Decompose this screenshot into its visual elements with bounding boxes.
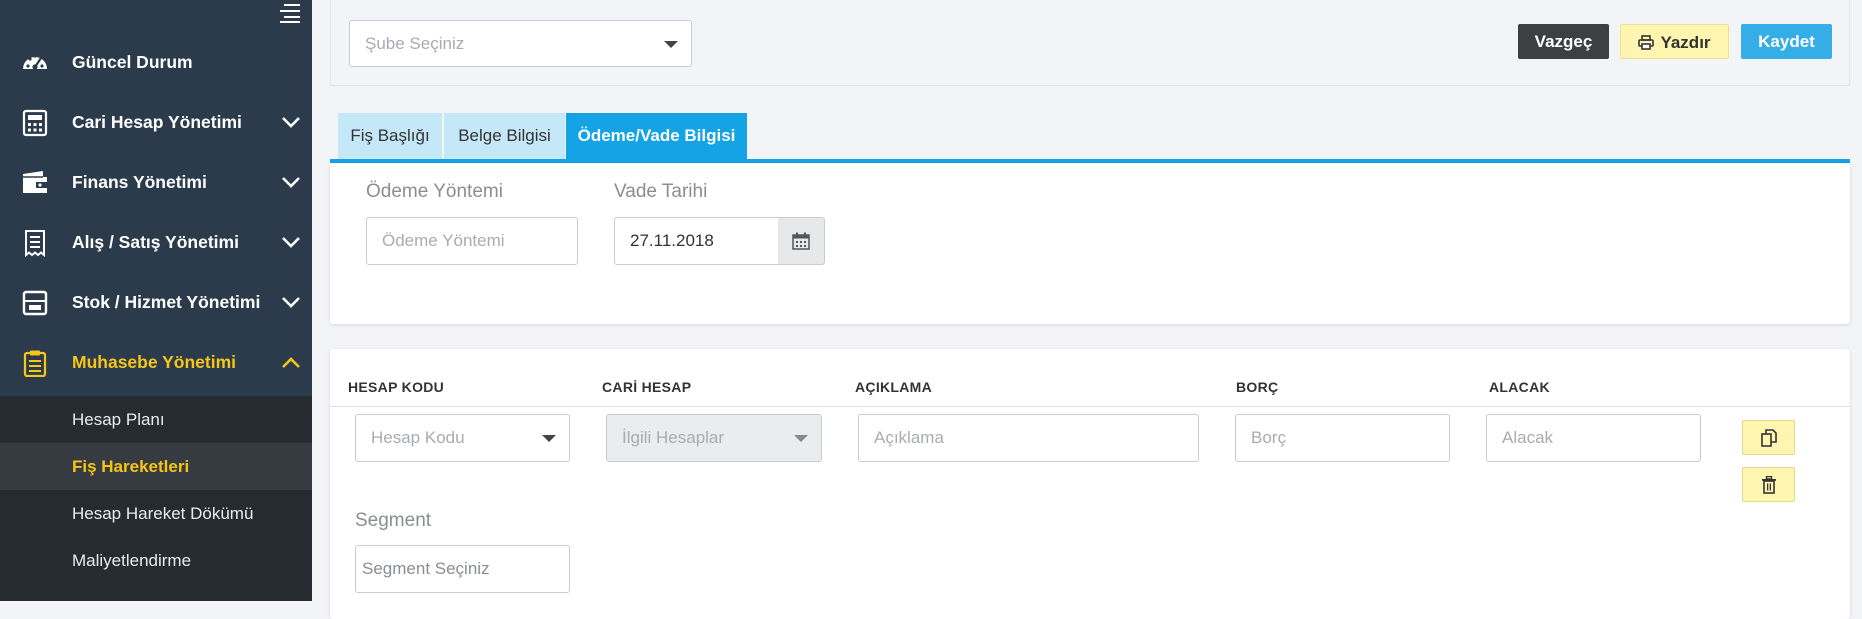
wallet-icon xyxy=(21,169,49,197)
cancel-button[interactable]: Vazgeç xyxy=(1518,24,1609,59)
sidebar-item-label: Stok / Hizmet Yönetimi xyxy=(72,292,261,312)
sidebar-item-label: Güncel Durum xyxy=(72,52,193,72)
sidebar-item-stok-hizmet[interactable]: Stok / Hizmet Yönetimi xyxy=(0,272,312,332)
print-button-label: Yazdır xyxy=(1660,33,1711,52)
column-header-cari-hesap: CARİ HESAP xyxy=(602,379,692,395)
receipt-icon xyxy=(21,229,49,258)
sidebar: Güncel Durum Cari Hesap Yönetimi Finans … xyxy=(0,0,312,601)
copy-row-button[interactable] xyxy=(1742,420,1795,455)
submenu-item-kur-farki[interactable]: Kur Farkı... xyxy=(0,584,312,601)
chevron-down-icon xyxy=(281,296,301,309)
related-accounts-placeholder: İlgili Hesaplar xyxy=(622,428,725,447)
column-header-hesap-kodu: HESAP KODU xyxy=(348,379,445,395)
tab-odeme-vade-bilgisi[interactable]: Ödeme/Vade Bilgisi xyxy=(566,113,747,159)
segment-label: Segment xyxy=(355,510,432,531)
save-button[interactable]: Kaydet xyxy=(1741,24,1832,59)
related-accounts-select: İlgili Hesaplar xyxy=(606,414,822,462)
sidebar-item-finans[interactable]: Finans Yönetimi xyxy=(0,152,312,212)
segment-select[interactable]: Segment Seçiniz xyxy=(355,545,570,593)
sidebar-item-muhasebe[interactable]: Muhasebe Yönetimi xyxy=(0,332,312,392)
sidebar-item-label: Muhasebe Yönetimi xyxy=(72,352,237,372)
submenu-item-hesap-plani[interactable]: Hesap Planı xyxy=(0,396,312,443)
chevron-down-icon xyxy=(281,116,301,129)
print-button[interactable]: Yazdır xyxy=(1620,24,1729,59)
sidebar-item-guncel-durum[interactable]: Güncel Durum xyxy=(0,32,312,92)
account-code-select[interactable]: Hesap Kodu xyxy=(355,414,570,462)
printer-icon xyxy=(1638,27,1655,62)
calculator-icon xyxy=(21,109,49,137)
column-header-aciklama: AÇIKLAMA xyxy=(855,379,933,395)
submenu-item-maliyetlendirme[interactable]: Maliyetlendirme xyxy=(0,537,312,584)
caret-down-icon xyxy=(542,435,556,442)
archive-box-icon xyxy=(21,289,49,317)
caret-down-icon xyxy=(794,435,808,442)
account-code-placeholder: Hesap Kodu xyxy=(371,428,465,447)
credit-input[interactable]: Alacak xyxy=(1486,414,1701,462)
due-date-label: Vade Tarihi xyxy=(614,181,708,202)
column-header-borc: BORÇ xyxy=(1236,379,1279,395)
sidebar-item-alis-satis[interactable]: Alış / Satış Yönetimi xyxy=(0,212,312,272)
sidebar-item-label: Cari Hesap Yönetimi xyxy=(72,112,242,132)
sidebar-item-label: Finans Yönetimi xyxy=(72,172,207,192)
chevron-down-icon xyxy=(281,236,301,249)
dashboard-gauge-icon xyxy=(21,49,49,77)
branch-select[interactable]: Şube Seçiniz xyxy=(349,20,692,67)
sidebar-item-label: Alış / Satış Yönetimi xyxy=(72,232,239,252)
tab-belge-bilgisi[interactable]: Belge Bilgisi xyxy=(444,113,565,159)
clipboard-icon xyxy=(21,349,49,378)
calendar-button[interactable] xyxy=(778,217,825,265)
payment-method-label: Ödeme Yöntemi xyxy=(366,181,503,202)
delete-row-button[interactable] xyxy=(1742,467,1795,502)
submenu-item-fis-hareketleri[interactable]: Fiş Hareketleri xyxy=(0,443,312,490)
description-input[interactable]: Açıklama xyxy=(858,414,1199,462)
submenu-muhasebe: Hesap Planı Fiş Hareketleri Hesap Hareke… xyxy=(0,396,312,601)
chevron-up-icon xyxy=(281,356,301,369)
due-date-input[interactable]: 27.11.2018 xyxy=(614,217,779,265)
column-header-alacak: ALACAK xyxy=(1489,379,1550,395)
header-divider xyxy=(330,406,1850,407)
sidebar-item-cari-hesap[interactable]: Cari Hesap Yönetimi xyxy=(0,92,312,152)
submenu-item-hesap-hareket-dokumu[interactable]: Hesap Hareket Dökümü xyxy=(0,490,312,537)
chevron-down-icon xyxy=(281,176,301,189)
menu-toggle-icon[interactable] xyxy=(278,3,300,23)
caret-down-icon xyxy=(664,40,678,48)
debit-input[interactable]: Borç xyxy=(1235,414,1450,462)
payment-method-input[interactable]: Ödeme Yöntemi xyxy=(366,217,578,265)
tab-fis-basligi[interactable]: Fiş Başlığı xyxy=(338,113,442,159)
branch-select-placeholder: Şube Seçiniz xyxy=(365,34,465,53)
